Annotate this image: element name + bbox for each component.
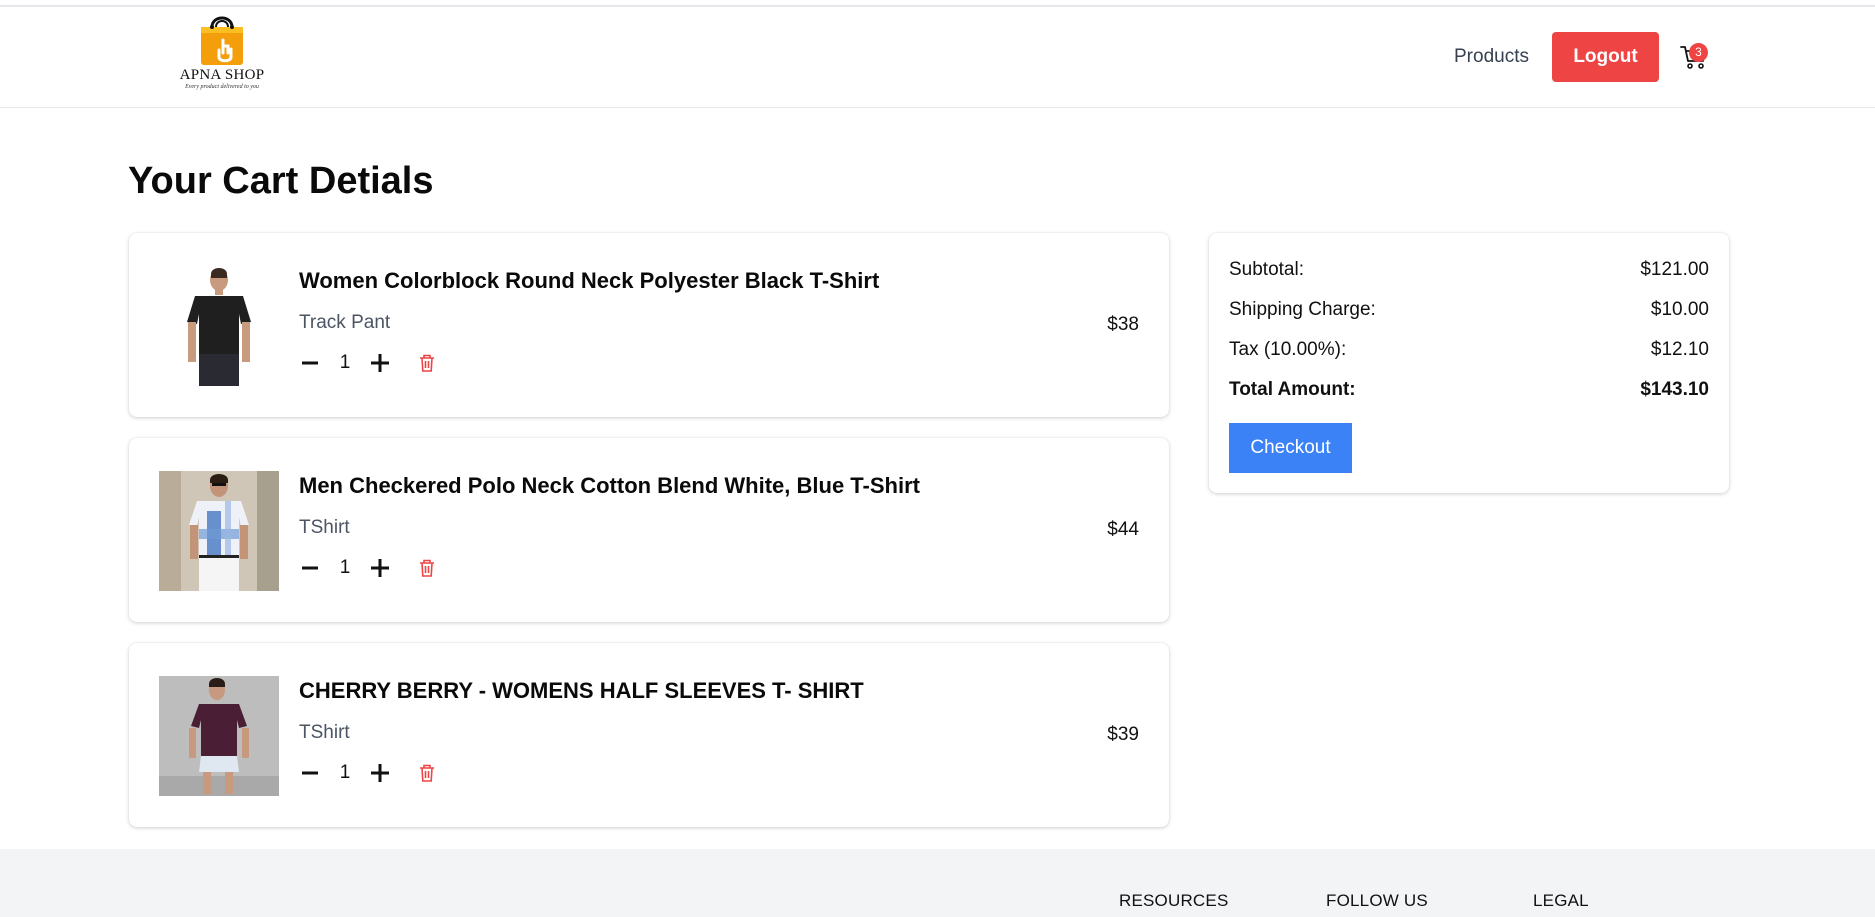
- subtotal-value: $121.00: [1640, 259, 1709, 280]
- cart-item: Men Checkered Polo Neck Cotton Blend Whi…: [129, 438, 1169, 622]
- shipping-row: Shipping Charge: $10.00: [1229, 297, 1709, 323]
- plus-icon[interactable]: [369, 557, 391, 579]
- product-title[interactable]: CHERRY BERRY - WOMENS HALF SLEEVES T- SH…: [299, 677, 864, 705]
- quantity-stepper: 1: [299, 349, 437, 377]
- minus-icon[interactable]: [299, 557, 321, 579]
- quantity-value: 1: [339, 352, 351, 373]
- total-label: Total Amount:: [1229, 379, 1356, 400]
- product-category: TShirt: [299, 722, 350, 743]
- plus-icon[interactable]: [369, 352, 391, 374]
- product-image[interactable]: [159, 266, 279, 386]
- tax-value: $12.10: [1650, 339, 1709, 360]
- product-price: $38: [1107, 314, 1139, 335]
- page-title: Your Cart Detials: [128, 160, 434, 202]
- cart-count-badge: 3: [1689, 43, 1708, 62]
- footer-legal-heading: LEGAL: [1533, 891, 1589, 910]
- navbar: APNA SHOP Every product delivered to you…: [0, 7, 1875, 108]
- logout-button[interactable]: Logout: [1552, 32, 1659, 82]
- footer-follow-us-heading: FOLLOW US: [1326, 891, 1428, 910]
- product-title[interactable]: Men Checkered Polo Neck Cotton Blend Whi…: [299, 472, 920, 500]
- minus-icon[interactable]: [299, 352, 321, 374]
- brand-logo[interactable]: APNA SHOP Every product delivered to you: [176, 13, 268, 103]
- shopping-bag-logo-icon: [201, 16, 243, 65]
- nav-products-link[interactable]: Products: [1454, 45, 1529, 69]
- product-price: $44: [1107, 519, 1139, 540]
- quantity-value: 1: [339, 557, 351, 578]
- minus-icon[interactable]: [299, 762, 321, 784]
- shipping-label: Shipping Charge:: [1229, 299, 1376, 320]
- checkout-button[interactable]: Checkout: [1229, 423, 1352, 473]
- total-value: $143.10: [1640, 379, 1709, 400]
- product-image[interactable]: [159, 676, 279, 796]
- footer-resources-heading: RESOURCES: [1119, 891, 1229, 910]
- cart-item: Women Colorblock Round Neck Polyester Bl…: [129, 233, 1169, 417]
- trash-icon[interactable]: [419, 558, 437, 578]
- subtotal-label: Subtotal:: [1229, 259, 1304, 280]
- product-title[interactable]: Women Colorblock Round Neck Polyester Bl…: [299, 267, 879, 295]
- product-category: TShirt: [299, 517, 350, 538]
- trash-icon[interactable]: [419, 763, 437, 783]
- plus-icon[interactable]: [369, 762, 391, 784]
- brand-tagline: Every product delivered to you: [185, 84, 259, 90]
- product-price: $39: [1107, 724, 1139, 745]
- shipping-value: $10.00: [1650, 299, 1709, 320]
- trash-icon[interactable]: [419, 353, 437, 373]
- cart-item: CHERRY BERRY - WOMENS HALF SLEEVES T- SH…: [129, 643, 1169, 827]
- product-category: Track Pant: [299, 312, 391, 333]
- subtotal-row: Subtotal: $121.00: [1229, 257, 1709, 283]
- product-image[interactable]: [159, 471, 279, 591]
- footer: RESOURCES FOLLOW US LEGAL: [0, 849, 1875, 917]
- quantity-stepper: 1: [299, 759, 437, 787]
- tax-row: Tax (10.00%): $12.10: [1229, 337, 1709, 363]
- brand-name: APNA SHOP: [179, 67, 265, 83]
- quantity-stepper: 1: [299, 554, 437, 582]
- total-row: Total Amount: $143.10: [1229, 377, 1709, 403]
- tax-label: Tax (10.00%):: [1229, 339, 1347, 360]
- quantity-value: 1: [339, 762, 351, 783]
- order-summary: Subtotal: $121.00 Shipping Charge: $10.0…: [1209, 233, 1729, 493]
